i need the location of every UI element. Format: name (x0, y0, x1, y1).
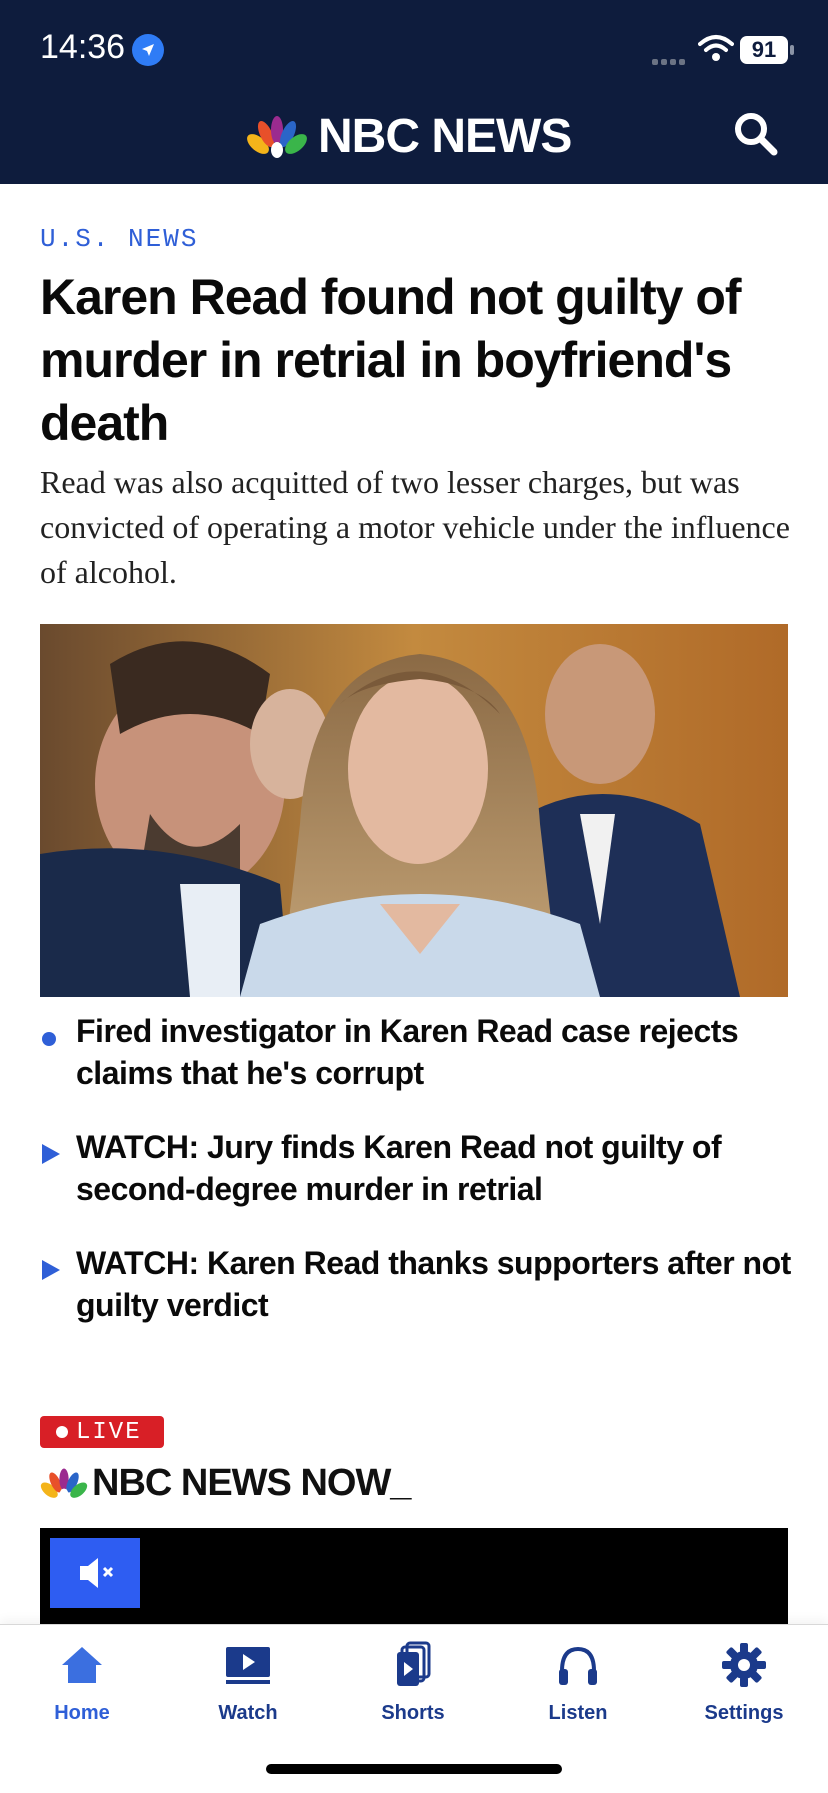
video-screen-icon (226, 1647, 270, 1684)
peacock-logo-icon (247, 116, 307, 158)
section-kicker[interactable]: U.S. NEWS (40, 224, 198, 254)
tab-label: Watch (218, 1702, 278, 1724)
wifi-icon (698, 34, 734, 64)
related-link-text: Fired investigator in Karen Read case re… (76, 1013, 739, 1091)
related-video-link-2[interactable]: WATCH: Jury finds Karen Read not guilty … (40, 1126, 800, 1210)
battery-tip-icon (790, 45, 794, 55)
mute-button[interactable] (50, 1538, 140, 1608)
bullet-dot-icon (42, 1032, 56, 1046)
nbc-news-logo: NBC NEWS (246, 106, 572, 166)
live-label: LIVE (76, 1418, 142, 1446)
tab-label: Listen (548, 1702, 608, 1724)
headphones-icon (559, 1646, 597, 1685)
tab-label: Settings (704, 1702, 784, 1724)
nbc-news-now-logo[interactable]: NBC NEWS NOW_ (40, 1462, 411, 1505)
hero-image[interactable] (40, 624, 788, 997)
related-link-text: WATCH: Karen Read thanks supporters afte… (76, 1245, 791, 1323)
battery-indicator: 91 (740, 36, 788, 64)
home-icon (62, 1647, 102, 1683)
article-dek: Read was also acquitted of two lesser ch… (40, 464, 790, 590)
shorts-stack-icon (397, 1641, 431, 1686)
cellular-signal-icon (652, 52, 692, 65)
related-link-text: WATCH: Jury finds Karen Read not guilty … (76, 1129, 722, 1207)
live-dot-icon (56, 1426, 68, 1438)
tab-shorts[interactable]: Shorts (353, 1641, 473, 1725)
search-button[interactable] (730, 108, 782, 160)
live-badge: LIVE (40, 1416, 164, 1448)
search-icon (735, 113, 778, 156)
tab-settings[interactable]: Settings (684, 1641, 804, 1725)
tab-listen[interactable]: Listen (518, 1641, 638, 1725)
nbc-news-now-name: NBC NEWS NOW_ (92, 1462, 411, 1504)
tab-label: Home (54, 1702, 110, 1724)
tab-label: Shorts (381, 1702, 445, 1724)
related-link-1[interactable]: Fired investigator in Karen Read case re… (40, 1010, 800, 1094)
related-links: Fired investigator in Karen Read case re… (40, 1010, 800, 1358)
play-triangle-icon (42, 1260, 60, 1280)
top-app-bar: 14:36 91 NBC NEWS (0, 0, 828, 184)
brand-name: NBC NEWS (318, 109, 572, 163)
article-headline[interactable]: Karen Read found not guilty of murder in… (40, 266, 780, 455)
play-triangle-icon (42, 1144, 60, 1164)
related-video-link-3[interactable]: WATCH: Karen Read thanks supporters afte… (40, 1242, 800, 1326)
location-arrow-icon (132, 34, 164, 66)
speaker-muted-icon (80, 1558, 114, 1588)
status-time: 14:36 (40, 28, 126, 66)
gear-icon (722, 1643, 766, 1687)
home-indicator[interactable] (266, 1764, 562, 1774)
peacock-logo-icon (40, 1468, 88, 1501)
tab-home[interactable]: Home (22, 1641, 142, 1725)
tab-watch[interactable]: Watch (188, 1641, 308, 1725)
live-video-player[interactable] (40, 1528, 788, 1628)
